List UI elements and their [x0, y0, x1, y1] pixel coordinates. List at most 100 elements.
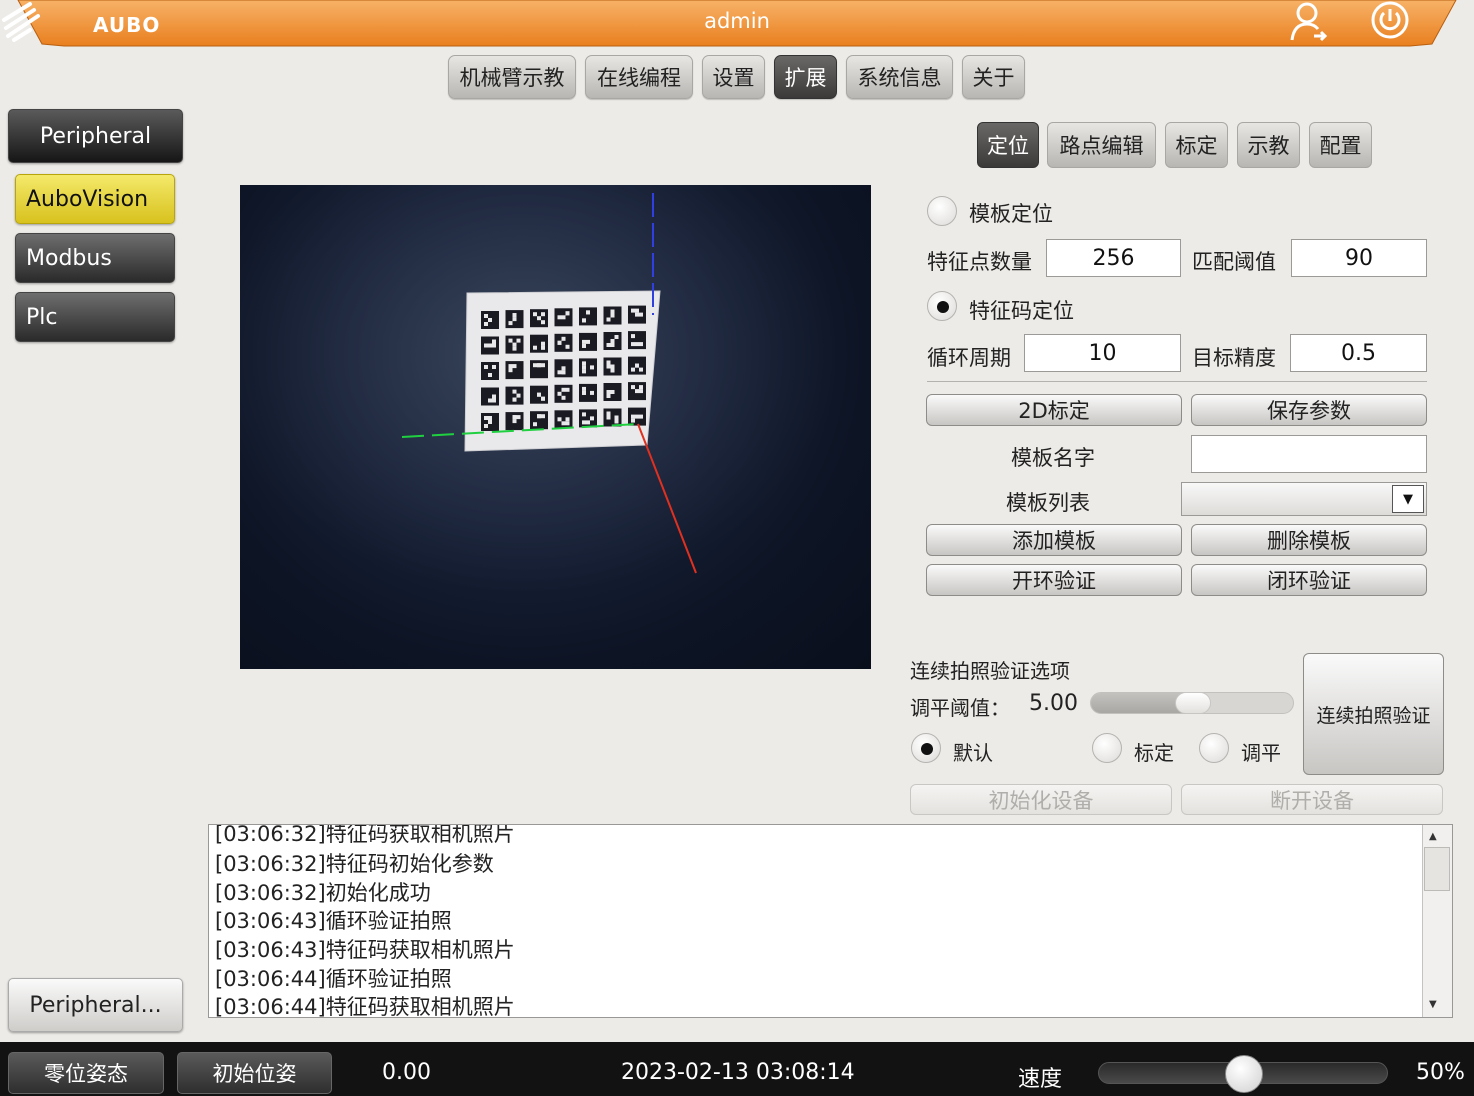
tab-online-programming[interactable]: 在线编程: [585, 55, 693, 99]
aruco-bit: [610, 343, 615, 347]
feature-count-input[interactable]: 256: [1046, 239, 1181, 277]
aruco-bit: [537, 316, 541, 321]
sidebar-item-modbus[interactable]: Modbus: [15, 233, 175, 283]
aruco-marker: [481, 362, 499, 380]
template-list-select[interactable]: ▼: [1181, 482, 1427, 516]
subtab-locate[interactable]: 定位: [977, 122, 1039, 168]
aruco-marker: [505, 386, 524, 405]
aruco-bit: [582, 390, 586, 395]
datetime-box: 2023-02-13 03:08:14: [621, 1060, 854, 1085]
tab-extension[interactable]: 扩展: [774, 55, 837, 99]
radio-code-locate[interactable]: [927, 291, 957, 321]
leveling-option-label: 调平: [1241, 741, 1281, 765]
power-icon[interactable]: [1368, 0, 1412, 44]
zero-pose-button[interactable]: 零位姿态: [8, 1052, 164, 1094]
add-template-button[interactable]: 添加模板: [926, 524, 1182, 556]
speed-slider-handle[interactable]: [1225, 1055, 1263, 1093]
match-threshold-input[interactable]: 90: [1291, 239, 1427, 277]
aruco-bit: [582, 339, 586, 344]
disconnect-device-button[interactable]: 断开设备: [1181, 784, 1443, 815]
scroll-up-icon[interactable]: ▲: [1429, 831, 1437, 842]
marker-grid: [481, 305, 646, 431]
subtab-calibrate[interactable]: 标定: [1165, 122, 1228, 168]
log-line: [03:06:32]特征码初始化参数: [215, 852, 494, 876]
aruco-bit: [561, 366, 566, 371]
2d-calibration-button[interactable]: 2D标定: [926, 394, 1182, 426]
aruco-bit: [590, 390, 594, 395]
scroll-thumb[interactable]: [1424, 847, 1450, 891]
closed-loop-verify-button[interactable]: 闭环验证: [1191, 564, 1427, 596]
aruco-bit: [508, 364, 513, 369]
aruco-bit: [488, 398, 492, 403]
tab-system-info[interactable]: 系统信息: [846, 55, 953, 99]
delete-template-button[interactable]: 删除模板: [1191, 524, 1427, 556]
aruco-bit: [586, 339, 590, 344]
sidebar-item-plc[interactable]: Plc: [15, 292, 175, 342]
aruco-marker: [554, 410, 573, 429]
aruco-bit: [582, 365, 586, 370]
template-name-label: 模板名字: [1011, 446, 1095, 470]
aruco-bit: [537, 392, 541, 397]
aruco-marker: [530, 360, 548, 379]
leveling-threshold-value: 5.00: [1029, 691, 1078, 716]
slider-handle[interactable]: [1175, 692, 1211, 714]
cycle-input[interactable]: 10: [1024, 334, 1181, 372]
aruco-marker: [530, 334, 548, 353]
speed-slider[interactable]: [1098, 1055, 1388, 1093]
aruco-bit: [488, 343, 492, 348]
aruco-bit: [561, 370, 566, 375]
radio-default[interactable]: [911, 733, 941, 763]
aruco-bit: [508, 338, 513, 343]
log-scrollbar[interactable]: ▲ ▼: [1422, 825, 1452, 1017]
subtab-teach[interactable]: 示教: [1237, 122, 1300, 168]
aruco-bit: [484, 365, 488, 369]
leveling-threshold-slider[interactable]: [1090, 692, 1294, 714]
aruco-bit: [484, 314, 488, 318]
aruco-bit: [541, 341, 545, 346]
init-pose-button[interactable]: 初始位姿: [177, 1052, 332, 1094]
aruco-bit: [488, 373, 492, 377]
radio-template-locate[interactable]: [927, 196, 957, 226]
aruco-bit: [565, 311, 570, 316]
init-device-button[interactable]: 初始化设备: [910, 784, 1172, 815]
aruco-bit: [557, 340, 562, 345]
subtab-config[interactable]: 配置: [1309, 122, 1372, 168]
scroll-down-icon[interactable]: ▼: [1429, 999, 1437, 1010]
log-panel[interactable]: [03:06:32]特征码获取相机照片 [03:06:32]特征码初始化参数 […: [208, 824, 1453, 1018]
template-name-input[interactable]: [1191, 435, 1427, 473]
peripheral-header[interactable]: Peripheral: [8, 109, 183, 163]
tab-settings[interactable]: 设置: [702, 55, 765, 99]
aruco-bit: [610, 368, 615, 373]
aruco-bit: [610, 364, 615, 369]
save-params-button[interactable]: 保存参数: [1191, 394, 1427, 426]
tab-robot-teach[interactable]: 机械臂示教: [448, 55, 576, 99]
continuous-verify-button[interactable]: 连续拍照验证: [1303, 653, 1444, 775]
radio-leveling[interactable]: [1199, 733, 1229, 763]
aruco-bit: [639, 367, 643, 372]
aruco-marker: [554, 384, 573, 403]
radio-calibrate[interactable]: [1092, 733, 1122, 763]
chevron-down-icon[interactable]: ▼: [1392, 485, 1424, 513]
peripheral-footer-button[interactable]: Peripheral...: [8, 978, 183, 1032]
status-bar: 零位姿态 初始位姿 0.00 2023-02-13 03:08:14 速度 50…: [0, 1042, 1474, 1096]
aruco-bit: [631, 308, 635, 313]
default-option-label: 默认: [953, 741, 993, 765]
sidebar-item-aubovision[interactable]: AuboVision: [15, 174, 175, 224]
subtab-waypoint-edit[interactable]: 路点编辑: [1047, 122, 1156, 168]
aruco-bit: [484, 322, 488, 326]
aruco-bit: [488, 420, 492, 424]
user-switch-icon[interactable]: [1287, 0, 1331, 44]
aruco-bit: [533, 422, 537, 427]
open-loop-verify-button[interactable]: 开环验证: [926, 564, 1182, 596]
tab-about[interactable]: 关于: [962, 55, 1025, 99]
aruco-bit: [533, 345, 537, 350]
template-list-label: 模板列表: [1006, 491, 1090, 515]
aruco-bit: [610, 313, 615, 318]
precision-input[interactable]: 0.5: [1290, 334, 1427, 372]
aruco-bit: [639, 389, 643, 394]
aruco-bit: [635, 342, 639, 347]
aruco-bit: [541, 363, 545, 368]
aruco-bit: [516, 415, 521, 420]
aruco-bit: [533, 363, 537, 368]
aruco-bit: [606, 411, 611, 416]
